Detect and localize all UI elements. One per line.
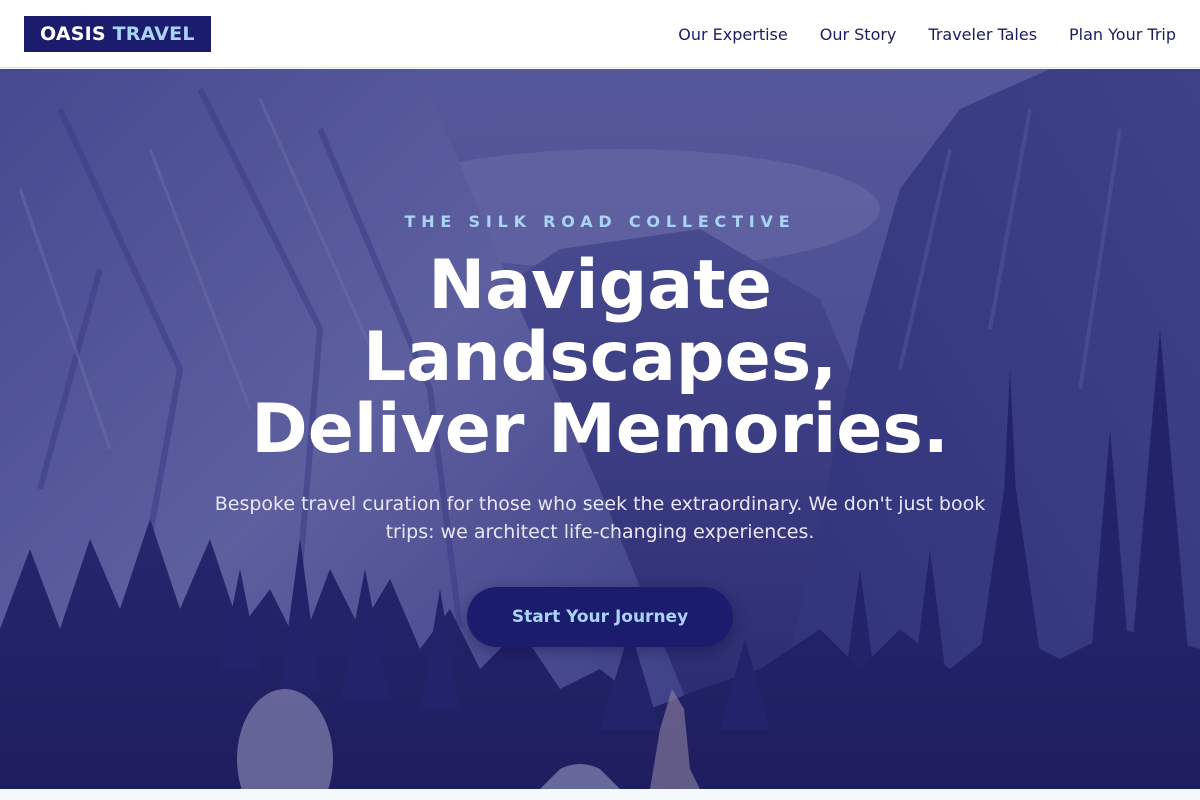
nav-link-plan-your-trip[interactable]: Plan Your Trip	[1069, 25, 1176, 44]
hero-headline-line-1: Navigate	[428, 246, 772, 325]
nav-link-our-expertise[interactable]: Our Expertise	[678, 25, 787, 44]
hero-headline: Navigate Landscapes, Deliver Memories.	[0, 250, 1200, 466]
hero-section: THE SILK ROAD COLLECTIVE Navigate Landsc…	[0, 69, 1200, 789]
nav-link-our-story[interactable]: Our Story	[820, 25, 897, 44]
top-navbar: OASIS TRAVEL Our Expertise Our Story Tra…	[0, 0, 1200, 68]
logo-text-primary: OASIS	[40, 23, 106, 45]
hero-eyebrow: THE SILK ROAD COLLECTIVE	[404, 212, 796, 231]
start-journey-button[interactable]: Start Your Journey	[467, 587, 733, 647]
nav-link-traveler-tales[interactable]: Traveler Tales	[928, 25, 1037, 44]
hero-headline-line-3: Deliver Memories.	[251, 390, 949, 469]
hero-headline-line-2: Landscapes,	[362, 318, 838, 397]
logo-text-accent: TRAVEL	[112, 23, 195, 45]
brand-logo[interactable]: OASIS TRAVEL	[24, 16, 211, 52]
hero-content: THE SILK ROAD COLLECTIVE Navigate Landsc…	[0, 69, 1200, 789]
next-section-edge	[0, 789, 1200, 800]
main-nav: Our Expertise Our Story Traveler Tales P…	[678, 0, 1176, 68]
hero-subtitle: Bespoke travel curation for those who se…	[214, 493, 986, 543]
